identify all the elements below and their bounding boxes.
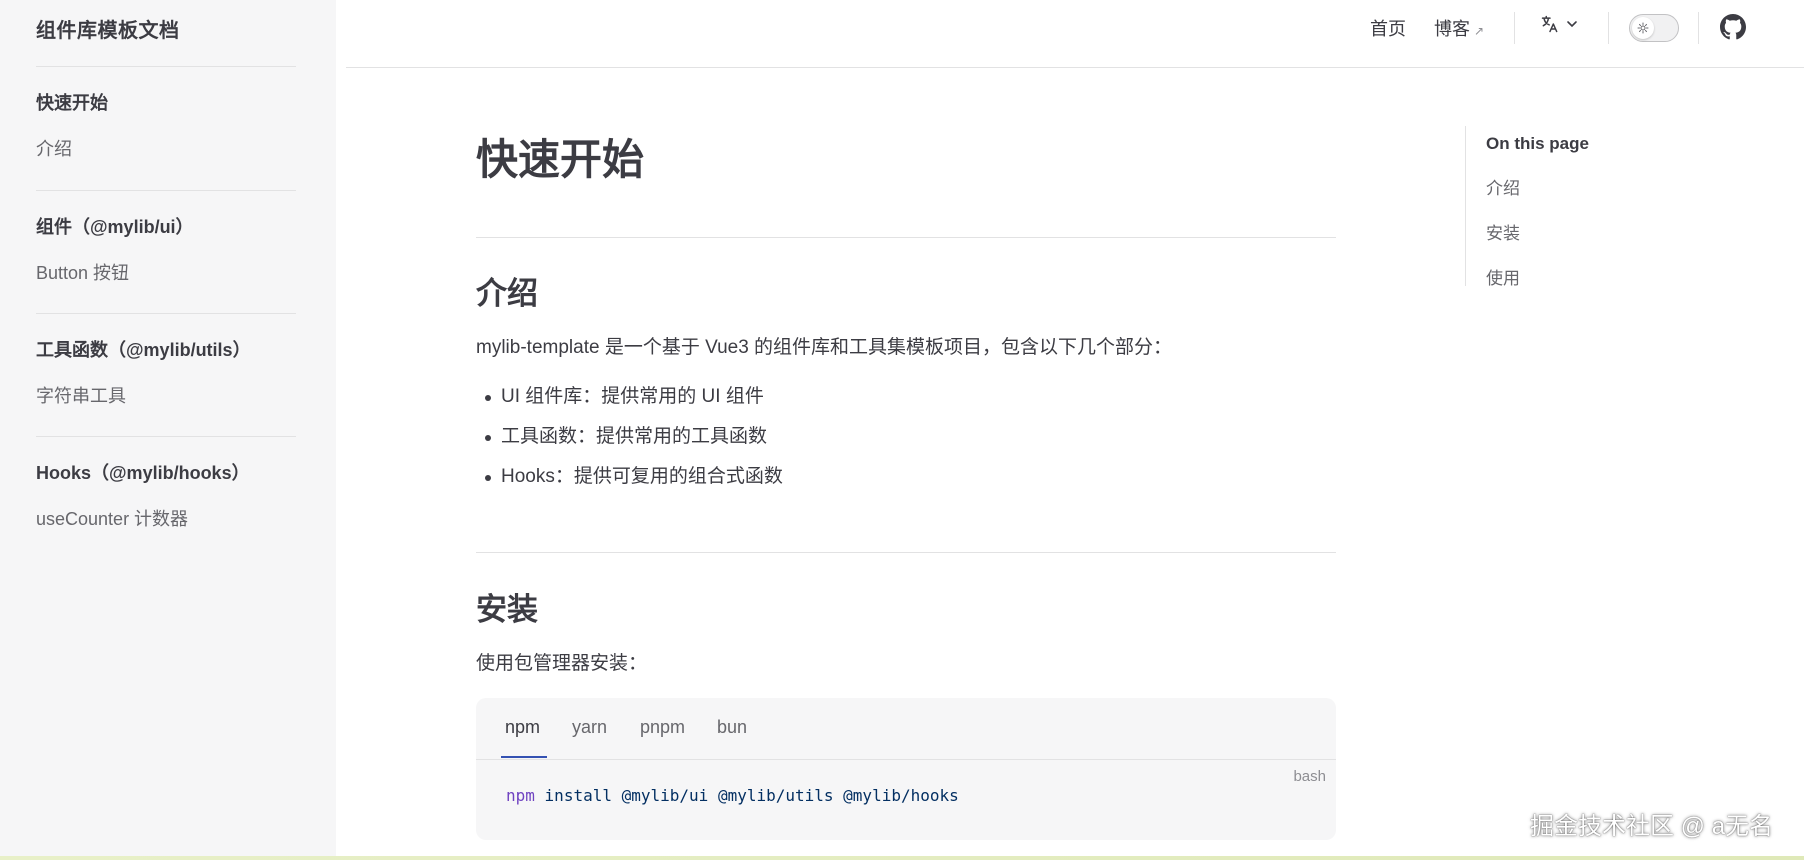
outline-item-install[interactable]: 安装 (1486, 219, 1589, 244)
section-divider (476, 552, 1336, 553)
chevron-down-icon (1567, 21, 1577, 28)
code-tabs: npm yarn pnpm bun (476, 698, 1336, 760)
code-command: npm (506, 786, 535, 805)
section-divider (476, 237, 1336, 238)
code-group: npm yarn pnpm bun bash npm install @myli… (476, 698, 1336, 840)
language-switcher[interactable] (1540, 14, 1578, 34)
active-tab-indicator (501, 756, 547, 758)
top-nav: 首页 博客 ↗ (346, 0, 1804, 68)
intro-list: UI 组件库：提供常用的 UI 组件 工具函数：提供常用的工具函数 Hooks：… (476, 382, 783, 502)
intro-paragraph: mylib-template 是一个基于 Vue3 的组件库和工具集模板项目，包… (476, 337, 1173, 358)
sidebar-item-string-utils[interactable]: 字符串工具 (36, 382, 296, 408)
code-block[interactable]: npm install @mylib/ui @mylib/utils @myli… (506, 786, 959, 805)
watermark: 掘金技术社区 @ a无名 (1530, 813, 1774, 840)
nav-divider (1608, 12, 1609, 44)
outline-title: On this page (1486, 134, 1589, 153)
bottom-strip (0, 856, 1804, 860)
sidebar-group-quickstart: 快速开始 介绍 (36, 66, 296, 161)
page-outline: On this page 介绍 安装 使用 (1465, 126, 1589, 289)
heading-intro: 介绍 (476, 276, 538, 311)
tab-npm[interactable]: npm (505, 717, 540, 738)
sidebar-group-components: 组件（@mylib/ui） Button 按钮 (36, 190, 296, 285)
sidebar-item-button[interactable]: Button 按钮 (36, 259, 296, 285)
tab-pnpm[interactable]: pnpm (640, 717, 685, 738)
list-item: 工具函数：提供常用的工具函数 (476, 422, 783, 462)
list-item: Hooks：提供可复用的组合式函数 (476, 462, 783, 502)
code-arguments: install @mylib/ui @mylib/utils @mylib/ho… (544, 786, 959, 805)
heading-install: 安装 (476, 592, 538, 627)
theme-toggle[interactable] (1629, 14, 1679, 42)
sidebar-item-use-counter[interactable]: useCounter 计数器 (36, 505, 296, 531)
nav-link-blog-label: 博客 (1434, 19, 1470, 39)
list-item: UI 组件库：提供常用的 UI 组件 (476, 382, 783, 422)
sidebar-group-title: 快速开始 (36, 93, 108, 113)
tab-bun[interactable]: bun (717, 717, 747, 738)
translate-icon (1541, 15, 1558, 33)
github-link[interactable] (1720, 14, 1746, 45)
sun-icon (1637, 22, 1649, 34)
code-language-label: bash (1293, 768, 1326, 785)
nav-divider (1514, 12, 1515, 44)
toggle-knob (1632, 17, 1654, 39)
outline-item-usage[interactable]: 使用 (1486, 264, 1589, 289)
sidebar: 组件库模板文档 快速开始 介绍 组件（@mylib/ui） Button 按钮 … (0, 0, 336, 860)
sidebar-item-intro[interactable]: 介绍 (36, 135, 296, 161)
github-icon (1720, 14, 1746, 40)
page-title: 快速开始 (476, 136, 645, 183)
install-paragraph: 使用包管理器安装： (476, 653, 648, 674)
tab-yarn[interactable]: yarn (572, 717, 607, 738)
sidebar-group-hooks: Hooks（@mylib/hooks） useCounter 计数器 (36, 436, 296, 531)
sidebar-group-utils: 工具函数（@mylib/utils） 字符串工具 (36, 313, 296, 408)
outline-item-intro[interactable]: 介绍 (1486, 174, 1589, 199)
nav-divider (1698, 12, 1699, 44)
site-title[interactable]: 组件库模板文档 (36, 14, 180, 43)
nav-link-home[interactable]: 首页 (1370, 15, 1406, 41)
sidebar-group-title: 组件（@mylib/ui） (36, 217, 194, 237)
nav-link-blog[interactable]: 博客 ↗ (1434, 15, 1484, 41)
external-link-icon: ↗ (1474, 24, 1485, 38)
sidebar-group-title: Hooks（@mylib/hooks） (36, 463, 250, 483)
sidebar-group-title: 工具函数（@mylib/utils） (36, 340, 251, 360)
